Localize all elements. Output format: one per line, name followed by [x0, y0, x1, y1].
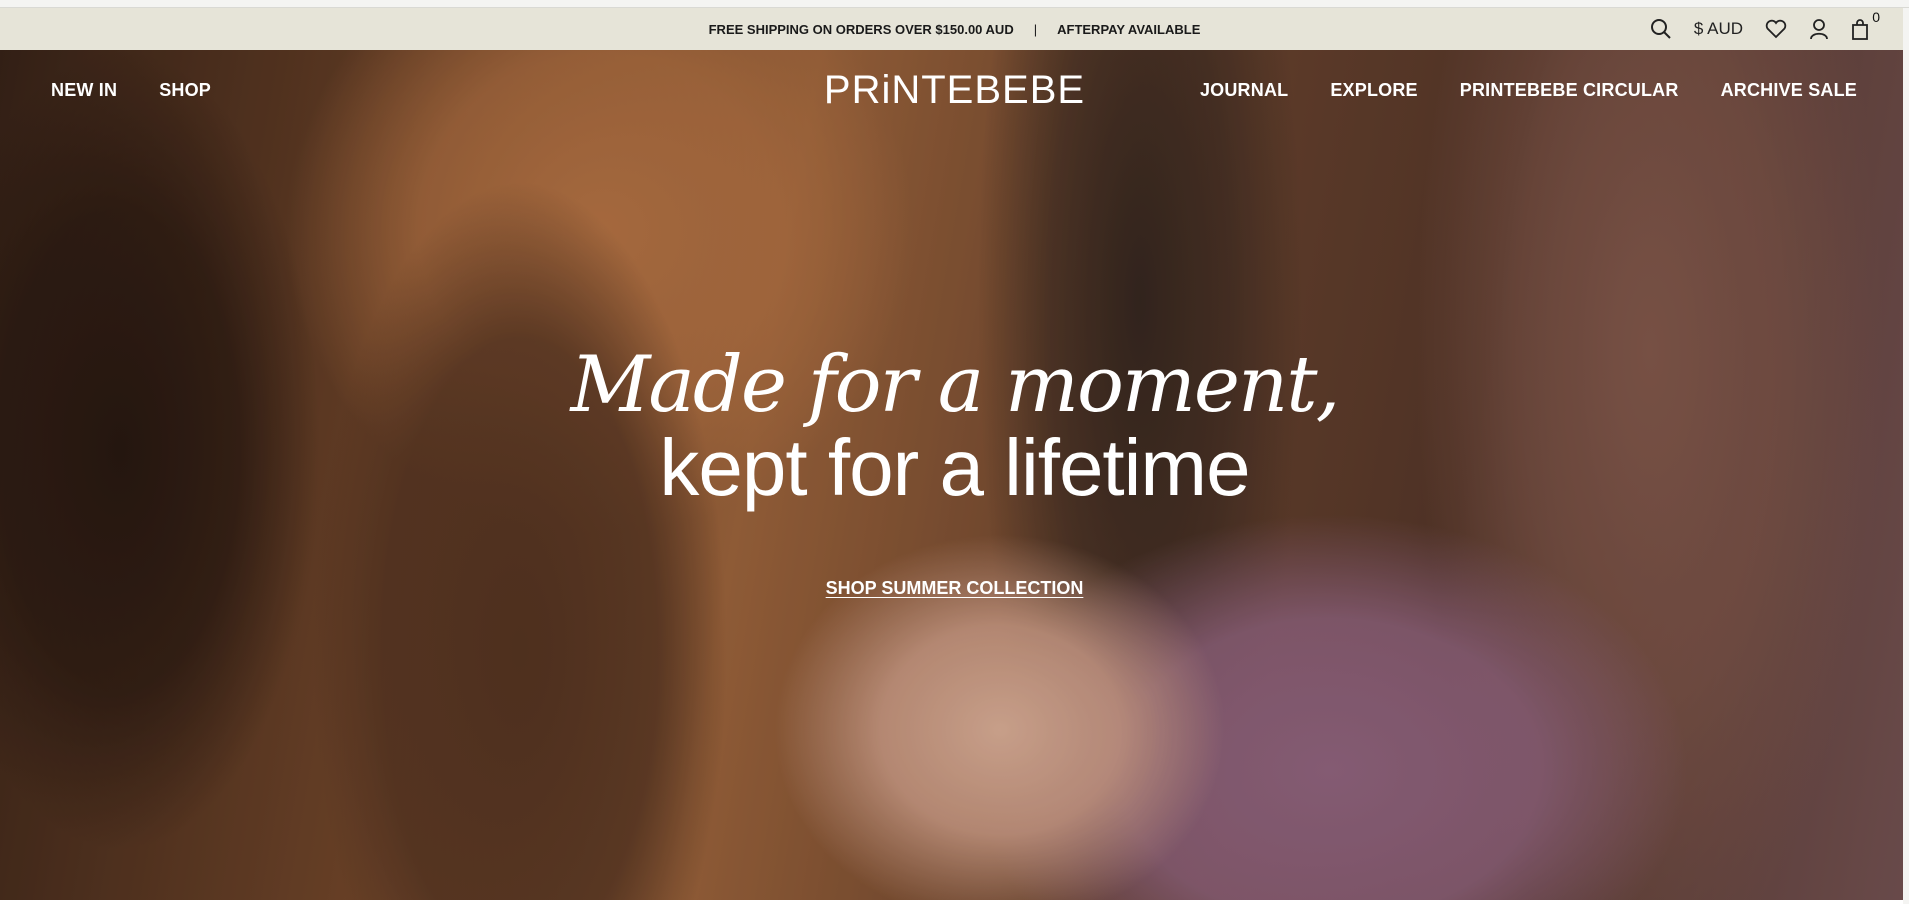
utility-icons: $ AUD 0 [1650, 8, 1880, 50]
hero-headline: kept for a lifetime [659, 423, 1250, 512]
bag-icon [1852, 19, 1868, 40]
nav-printebebe-circular[interactable]: PRINTEBEBE CIRCULAR [1460, 80, 1679, 101]
announcement-messages: FREE SHIPPING ON ORDERS OVER $150.00 AUD… [0, 8, 1909, 50]
scrollbar-track[interactable] [1903, 8, 1909, 904]
announcement-separator: | [1033, 21, 1038, 37]
hero-headline-italic: Made for a moment, [570, 340, 1341, 430]
hero-cta-wrapper: SHOP SUMMER COLLECTION [0, 578, 1903, 599]
user-icon [1810, 19, 1828, 40]
heart-icon [1765, 19, 1787, 39]
primary-nav-right: JOURNAL EXPLORE PRINTEBEBE CIRCULAR ARCH… [1200, 80, 1857, 101]
cart-count-badge: 0 [1872, 9, 1880, 25]
free-shipping-text: FREE SHIPPING ON ORDERS OVER $150.00 AUD [708, 21, 1014, 37]
currency-selector[interactable]: $ AUD [1694, 19, 1743, 39]
shop-summer-collection-link[interactable]: SHOP SUMMER COLLECTION [826, 578, 1084, 598]
wishlist-button[interactable] [1765, 19, 1787, 39]
search-icon [1650, 19, 1671, 39]
hero-banner: NEW IN SHOP PRiNTEBEBE JOURNAL EXPLORE P… [0, 50, 1903, 900]
afterpay-text: AFTERPAY AVAILABLE [1057, 21, 1201, 37]
announcement-bar: FREE SHIPPING ON ORDERS OVER $150.00 AUD… [0, 8, 1909, 50]
cart-button[interactable]: 0 [1851, 9, 1880, 40]
nav-journal[interactable]: JOURNAL [1200, 80, 1288, 101]
browser-top-edge [0, 0, 1909, 8]
nav-archive-sale[interactable]: ARCHIVE SALE [1721, 80, 1857, 101]
nav-explore[interactable]: EXPLORE [1330, 80, 1417, 101]
account-button[interactable] [1809, 18, 1829, 40]
search-button[interactable] [1650, 18, 1672, 40]
